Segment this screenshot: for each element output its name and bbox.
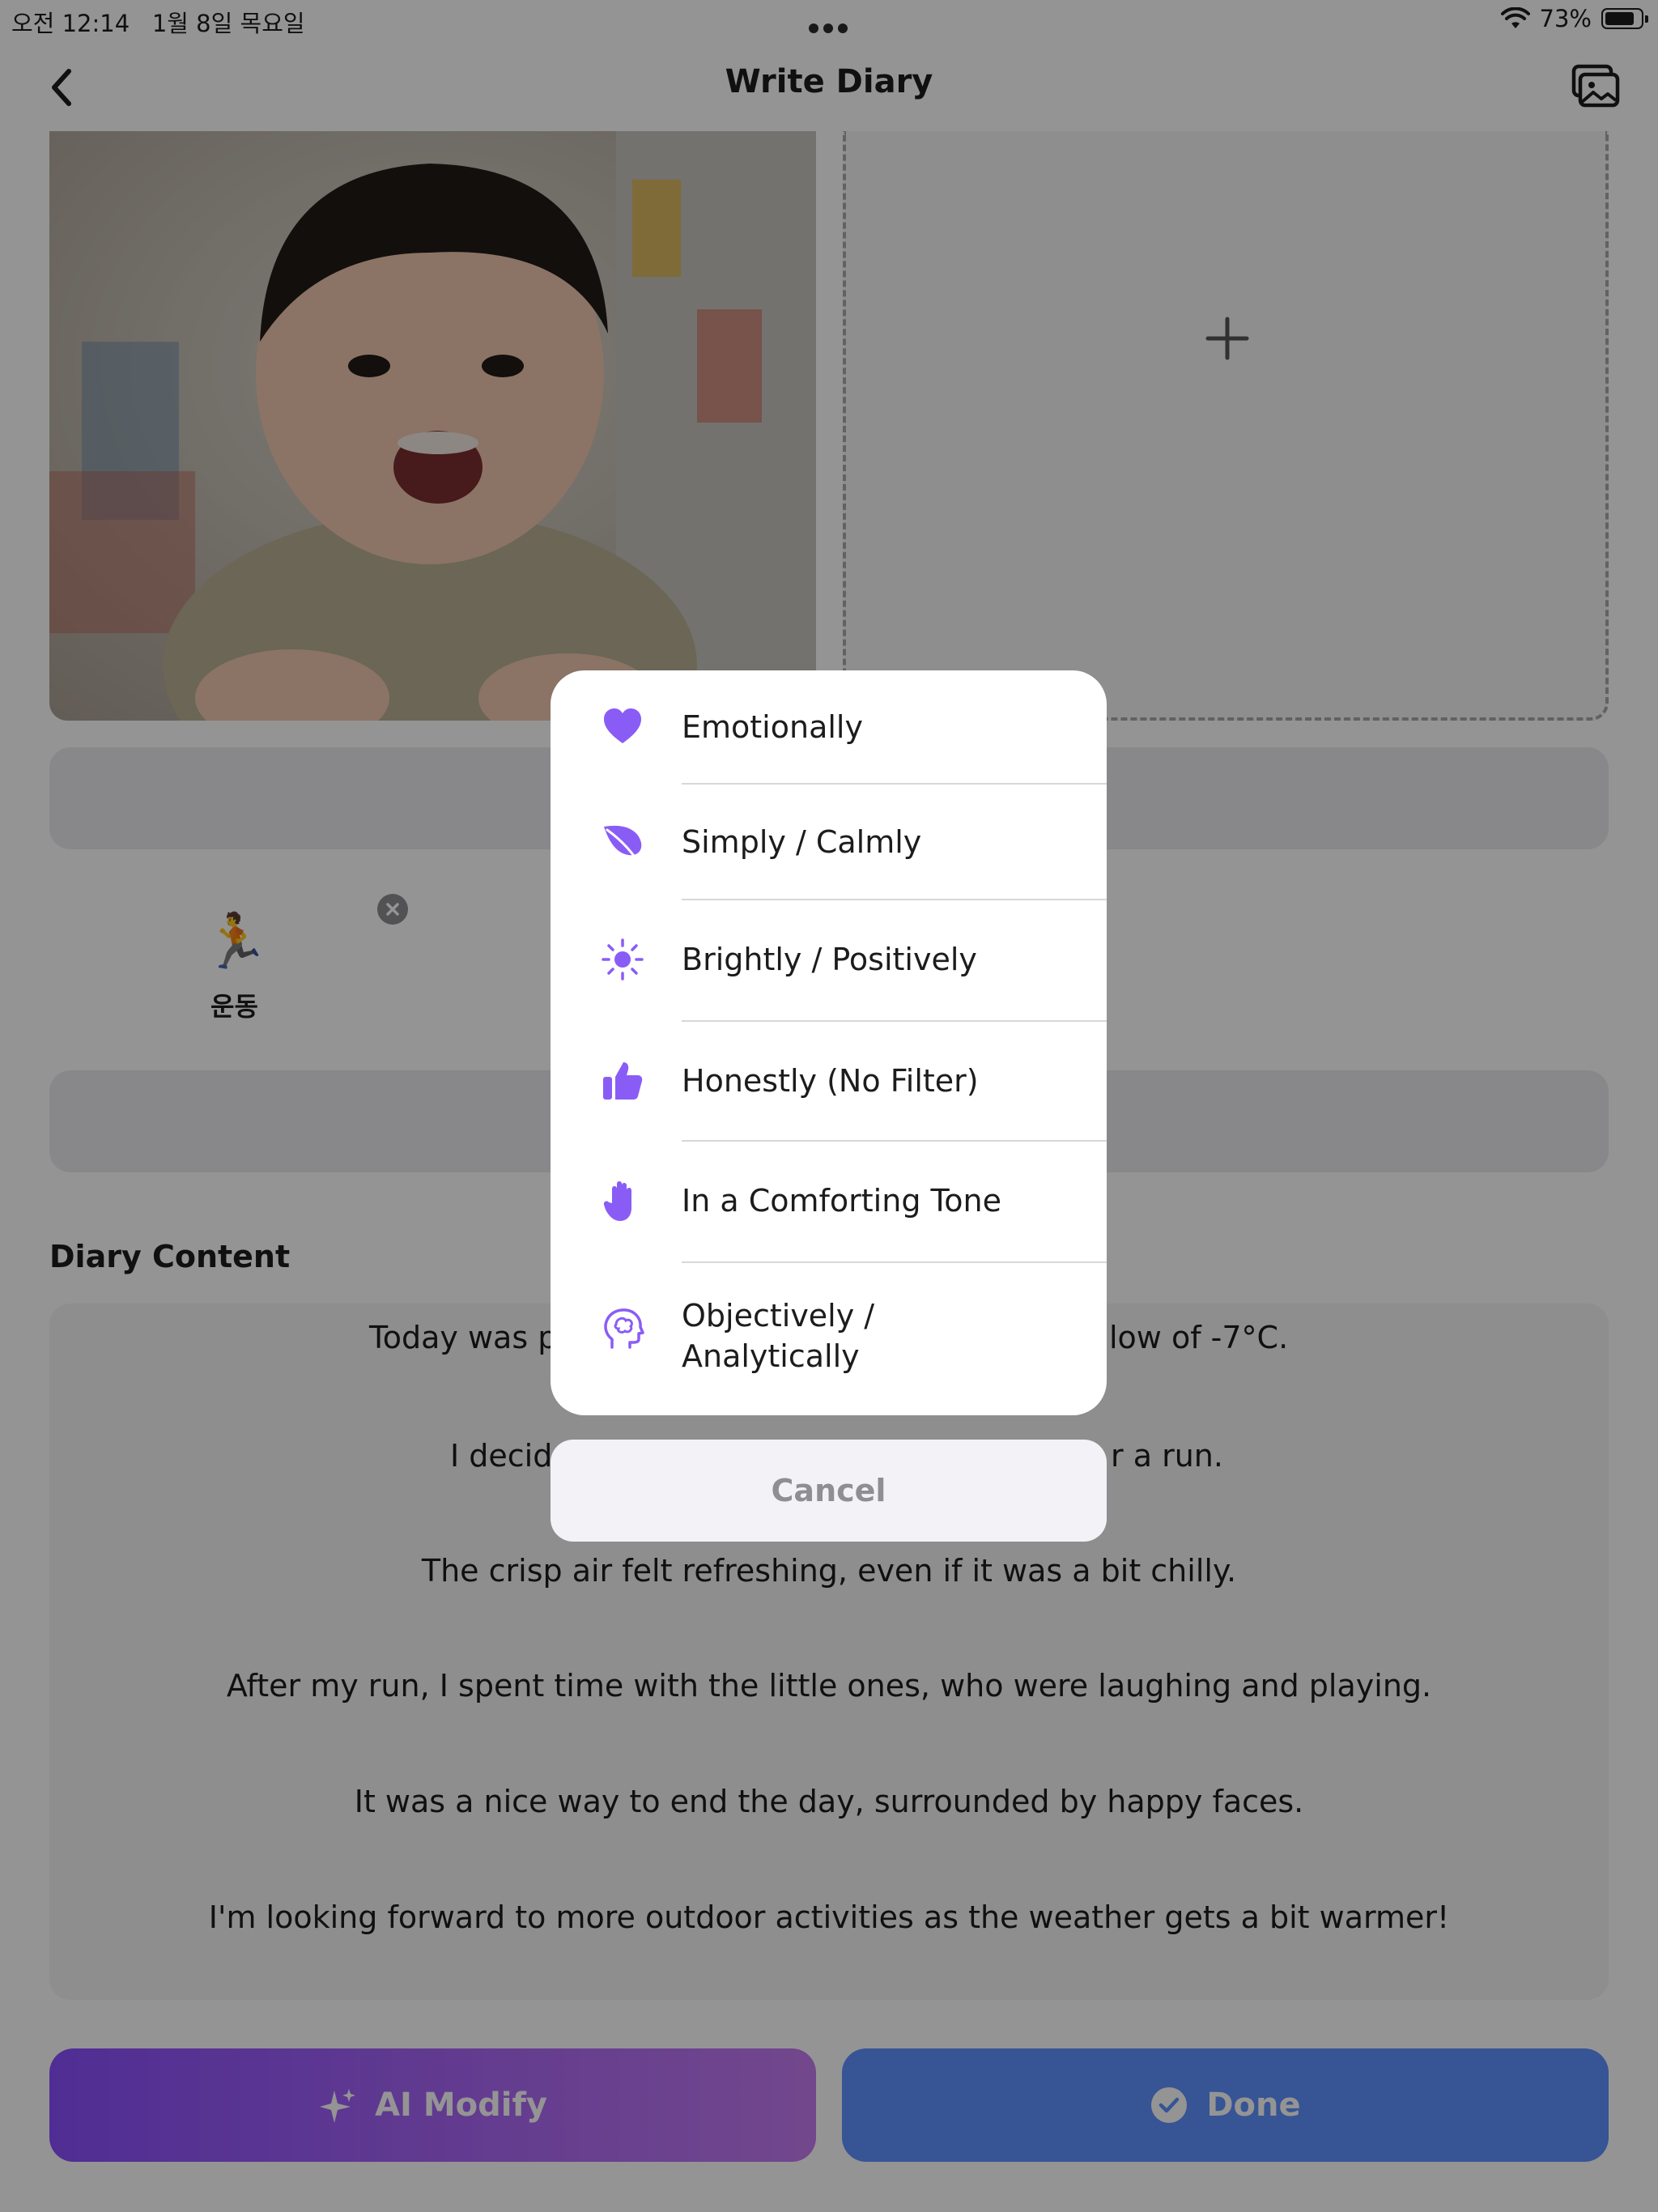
option-brightly-positively[interactable]: Brightly / Positively: [551, 900, 1107, 1020]
cancel-button[interactable]: Cancel: [551, 1440, 1107, 1542]
option-label: Objectively / Analytically: [682, 1295, 874, 1376]
brain-head-icon: [604, 1308, 644, 1349]
option-label: Brightly / Positively: [682, 942, 977, 977]
tone-action-sheet: Emotionally Simply / Calmly Brightly / P…: [551, 670, 1107, 1415]
option-emotionally[interactable]: Emotionally: [551, 670, 1107, 784]
option-label: Honestly (No Filter): [682, 1063, 979, 1099]
option-comforting-tone[interactable]: In a Comforting Tone: [551, 1142, 1107, 1261]
option-label: Simply / Calmly: [682, 824, 922, 860]
option-objectively-analytically[interactable]: Objectively / Analytically: [551, 1263, 1107, 1415]
hand-icon: [603, 1181, 631, 1221]
leaf-icon: [604, 825, 642, 861]
sun-icon: [602, 938, 644, 981]
heart-icon: [604, 708, 641, 743]
option-label-line-1: Objectively /: [682, 1298, 875, 1334]
option-label: In a Comforting Tone: [682, 1183, 1001, 1219]
option-label-line-2: Analytically: [682, 1338, 860, 1374]
option-label: Emotionally: [682, 709, 863, 745]
thumbs-up-icon: [603, 1062, 643, 1100]
option-honestly[interactable]: Honestly (No Filter): [551, 1022, 1107, 1140]
option-simply-calmly[interactable]: Simply / Calmly: [551, 785, 1107, 900]
